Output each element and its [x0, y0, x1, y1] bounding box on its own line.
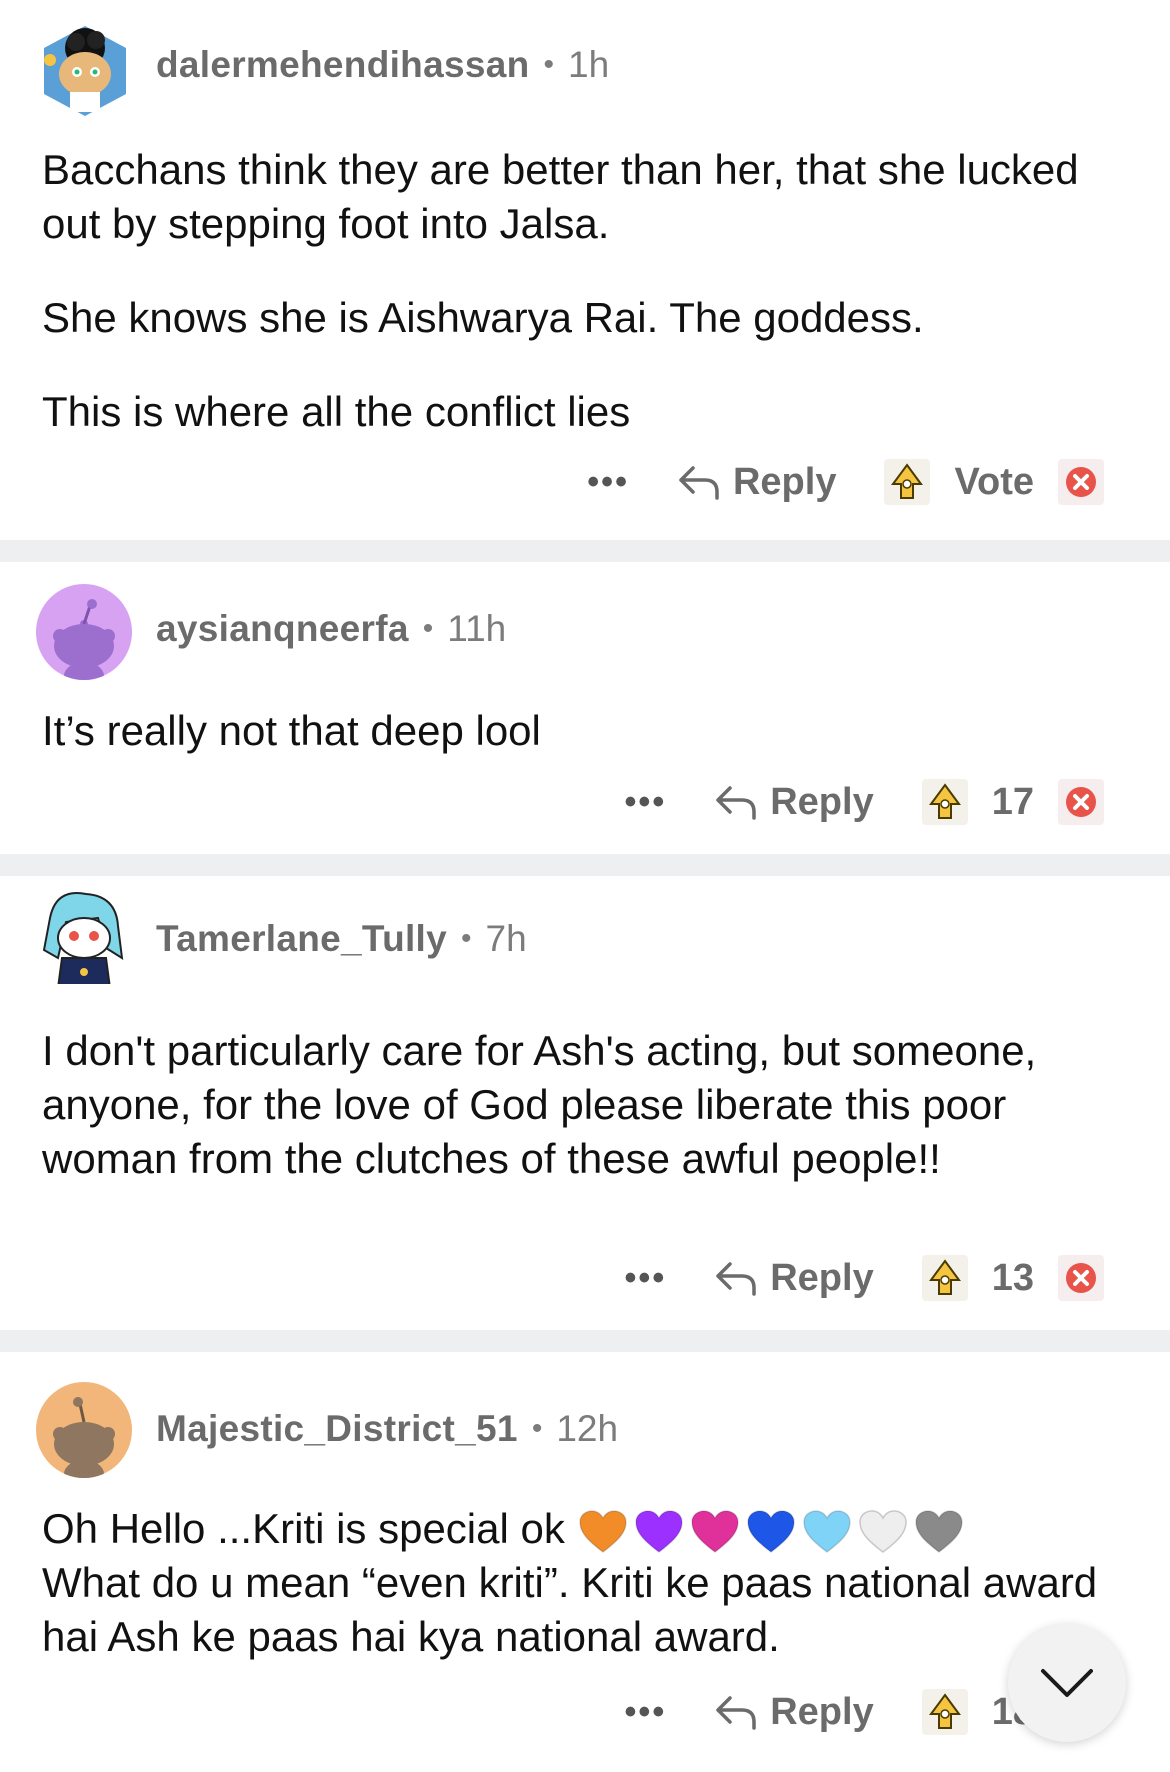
- separator-dot: •: [543, 48, 555, 81]
- comment-1: dalermehendihassan • 1h Bacchans think t…: [0, 0, 1170, 540]
- comment-body: I don't particularly care for Ash's acti…: [42, 1024, 1142, 1186]
- username[interactable]: dalermehendihassan: [156, 44, 530, 86]
- comment-body: Oh Hello ...Kriti is special ok What do …: [42, 1502, 1142, 1664]
- downvote-icon: [1066, 1263, 1096, 1293]
- comment-paragraph: It’s really not that deep lool: [42, 707, 541, 754]
- snoo-avatar-icon: [53, 599, 115, 680]
- comment-2: aysianqneerfa • 11h It’s really not that…: [0, 562, 1170, 854]
- comment-actions: ••• Reply 13: [625, 1248, 1104, 1308]
- reply-arrow-icon: [716, 786, 756, 820]
- separator-dot: •: [531, 1412, 543, 1445]
- heart-emoji-icon: [746, 1510, 795, 1553]
- vote-score: Vote: [954, 460, 1034, 503]
- comment-meta: Majestic_District_51 • 12h: [156, 1408, 618, 1450]
- separator-dot: •: [461, 922, 472, 955]
- downvote-icon: [1066, 467, 1096, 497]
- heart-emoji-icon: [578, 1510, 627, 1553]
- downvote-icon: [1066, 787, 1096, 817]
- comment-4: Majestic_District_51 • 12h Oh Hello ...K…: [0, 1352, 1170, 1772]
- reply-label: Reply: [770, 1690, 874, 1733]
- comment-body: It’s really not that deep lool: [42, 704, 1142, 758]
- username[interactable]: Tamerlane_Tully: [156, 918, 447, 960]
- upvote-button[interactable]: [921, 779, 968, 825]
- timestamp: 1h: [568, 44, 610, 85]
- heart-emoji-row: [577, 1508, 965, 1556]
- reply-button[interactable]: Reply: [677, 461, 836, 504]
- separator-dot: •: [422, 612, 434, 645]
- heart-emoji-icon: [690, 1510, 739, 1553]
- username[interactable]: Majestic_District_51: [156, 1408, 518, 1450]
- upvote-icon: [928, 1259, 961, 1295]
- comment-separator: [0, 1330, 1170, 1352]
- reply-label: Reply: [770, 780, 874, 823]
- upvote-icon: [891, 463, 924, 499]
- comment-separator: [0, 540, 1170, 562]
- upvote-button[interactable]: [921, 1689, 968, 1735]
- downvote-button[interactable]: [1058, 459, 1104, 505]
- snoo-avatar-icon: [44, 26, 126, 116]
- comment-separator: [0, 854, 1170, 876]
- timestamp: 12h: [556, 1408, 619, 1449]
- comment-3: Tamerlane_Tully • 7h I don't particularl…: [0, 876, 1170, 1330]
- comment-actions: ••• Reply 17: [625, 772, 1104, 832]
- reply-arrow-icon: [679, 466, 719, 500]
- reply-button[interactable]: Reply: [714, 780, 874, 824]
- heart-emoji-icon: [802, 1510, 851, 1553]
- comment-meta: Tamerlane_Tully • 7h: [156, 918, 527, 960]
- downvote-button[interactable]: [1058, 1255, 1104, 1301]
- heart-emoji-icon: [914, 1510, 963, 1553]
- reply-label: Reply: [732, 460, 837, 503]
- comment-actions: ••• Reply Vote: [587, 452, 1104, 512]
- upvote-button[interactable]: [921, 1255, 968, 1301]
- comment-paragraph: What do u mean “even kriti”. Kriti ke pa…: [42, 1559, 1098, 1660]
- avatar[interactable]: [36, 584, 132, 680]
- comment-paragraph: This is where all the conflict lies: [42, 388, 631, 435]
- reply-arrow-icon: [716, 1262, 756, 1296]
- avatar[interactable]: [36, 888, 132, 984]
- downvote-button[interactable]: [1058, 779, 1104, 825]
- comment-paragraph: She knows she is Aishwarya Rai. The godd…: [42, 294, 924, 341]
- timestamp: 7h: [485, 918, 527, 959]
- heart-emoji-icon: [858, 1510, 907, 1553]
- vote-score: 13: [991, 1256, 1034, 1299]
- more-options-icon[interactable]: •••: [625, 1693, 667, 1732]
- more-options-icon[interactable]: •••: [625, 783, 667, 822]
- upvote-icon: [928, 1693, 961, 1729]
- vote-score: 17: [991, 780, 1034, 823]
- collapse-button[interactable]: [1008, 1624, 1126, 1742]
- upvote-button[interactable]: [884, 459, 931, 505]
- avatar[interactable]: [40, 22, 130, 118]
- comment-meta: dalermehendihassan • 1h: [156, 44, 609, 86]
- more-options-icon[interactable]: •••: [587, 463, 629, 502]
- comment-meta: aysianqneerfa • 11h: [156, 608, 506, 650]
- comment-text: Oh Hello ...Kriti is special ok: [42, 1505, 565, 1552]
- comment-paragraph: Oh Hello ...Kriti is special ok: [42, 1502, 1142, 1556]
- comment-paragraph: I don't particularly care for Ash's acti…: [42, 1027, 1037, 1182]
- timestamp: 11h: [447, 608, 507, 649]
- collapse-chevron-icon: [1041, 1669, 1093, 1697]
- snoo-avatar-icon: [53, 1397, 115, 1478]
- snoo-avatar-icon: [42, 892, 124, 984]
- upvote-icon: [928, 783, 961, 819]
- reply-arrow-icon: [716, 1696, 756, 1730]
- more-options-icon[interactable]: •••: [625, 1259, 667, 1298]
- username[interactable]: aysianqneerfa: [156, 608, 409, 650]
- comment-paragraph: Bacchans think they are better than her,…: [42, 146, 1079, 247]
- reply-button[interactable]: Reply: [714, 1690, 874, 1734]
- heart-emoji-icon: [634, 1510, 683, 1553]
- avatar[interactable]: [36, 1382, 132, 1478]
- reply-label: Reply: [770, 1256, 874, 1299]
- comment-body: Bacchans think they are better than her,…: [42, 143, 1142, 439]
- reply-button[interactable]: Reply: [714, 1256, 874, 1300]
